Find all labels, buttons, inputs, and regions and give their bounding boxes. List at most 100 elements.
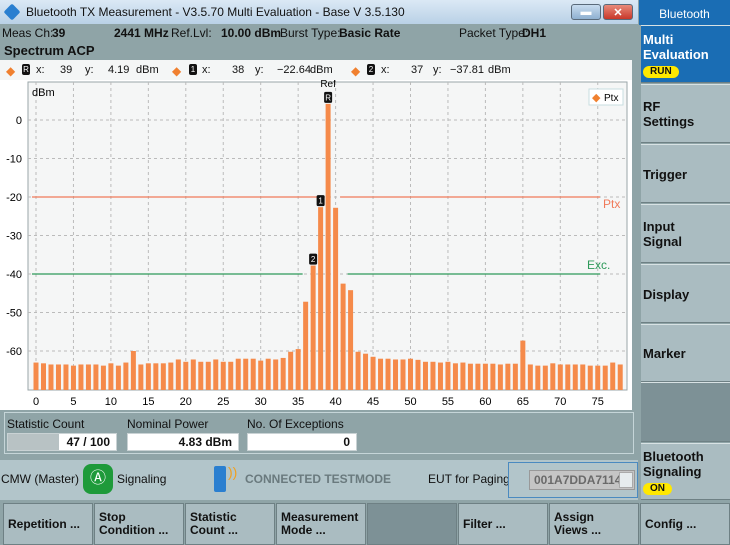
- window-title: Bluetooth TX Measurement - V3.5.70 Multi…: [26, 5, 405, 19]
- sidebar-item-trigger[interactable]: Trigger: [641, 144, 730, 203]
- bar: [190, 359, 196, 390]
- marker-x-label: x:: [36, 64, 45, 76]
- view-title: Spectrum ACP: [4, 43, 95, 58]
- bar: [228, 361, 234, 390]
- ref-level-value: 10.00 dBm: [221, 26, 282, 40]
- bar: [183, 361, 189, 390]
- x-tick-label: 50: [404, 396, 416, 408]
- bar: [467, 363, 473, 390]
- marker-x-value: 38: [232, 64, 245, 76]
- bar: [145, 363, 151, 390]
- bar: [400, 359, 406, 390]
- bar: [295, 349, 301, 390]
- bar: [85, 364, 91, 390]
- bar: [497, 364, 503, 390]
- close-icon: ✕: [613, 6, 623, 19]
- minimize-button[interactable]: ▬: [571, 4, 601, 20]
- bar: [130, 351, 136, 390]
- repetition-button[interactable]: Repetition ...: [3, 503, 93, 545]
- legend-entry: Ptx: [604, 93, 618, 104]
- bar: [310, 265, 316, 390]
- bar: [550, 363, 556, 390]
- x-tick-label: 75: [592, 396, 604, 408]
- marker-flag-icon: 1: [189, 64, 197, 75]
- bar: [580, 364, 586, 390]
- sidebar-item-display[interactable]: Display: [641, 264, 730, 323]
- title-bar: Bluetooth TX Measurement - V3.5.70 Multi…: [0, 0, 638, 24]
- sidebar-item-marker[interactable]: Marker: [641, 324, 730, 382]
- ref-level-label: Ref.Lvl:: [171, 26, 212, 40]
- eut-field[interactable]: 001A7DDA7114: [529, 470, 635, 490]
- exceptions-label: No. Of Exceptions: [247, 417, 344, 431]
- x-tick-label: 0: [33, 396, 39, 408]
- bar: [393, 359, 399, 390]
- bar: [115, 365, 121, 390]
- y-tick-label: -20: [6, 192, 22, 204]
- phone-connection-icon: [214, 466, 226, 492]
- bar: [482, 363, 488, 390]
- dropdown-icon[interactable]: [619, 472, 633, 488]
- marker-diamond-icon: ◆: [351, 64, 361, 78]
- bar: [527, 364, 533, 390]
- statistic-count-button[interactable]: Statistic Count ...: [185, 503, 275, 545]
- bar: [512, 363, 518, 390]
- bar: [408, 358, 413, 390]
- x-tick-label: 20: [180, 396, 192, 408]
- bar: [325, 103, 331, 390]
- meas-ch-value: 39: [52, 26, 66, 40]
- statistic-count-value: 47 / 100: [66, 435, 110, 449]
- close-button[interactable]: ✕: [603, 4, 633, 20]
- config-button[interactable]: Config ...: [640, 503, 730, 545]
- packet-type-label: Packet Type:: [459, 26, 529, 40]
- bar: [243, 358, 249, 390]
- bar: [108, 363, 114, 390]
- stop-condition-button[interactable]: Stop Condition ...: [94, 503, 184, 545]
- marker-flag-label: 1: [318, 197, 323, 206]
- sidebar-item-multi-evaluation[interactable]: Multi Evaluation RUN: [641, 25, 730, 83]
- marker-flag-icon: 2: [367, 64, 375, 75]
- info-bar: Meas Ch: 39 2441 MHz Ref.Lvl: 10.00 dBm …: [0, 24, 638, 42]
- measurement-mode-button[interactable]: Measurement Mode ...: [276, 503, 366, 545]
- bar: [70, 365, 76, 390]
- sidebar-item-input-signal[interactable]: Input Signal: [641, 204, 730, 263]
- assign-views-button[interactable]: Assign Views ...: [549, 503, 639, 545]
- bar: [505, 363, 511, 390]
- sidebar-item-label: Bluetooth Signaling: [643, 449, 704, 479]
- burst-type-label: Burst Type:: [280, 26, 341, 40]
- bar: [557, 364, 563, 390]
- bar: [415, 359, 421, 390]
- x-tick-label: 25: [217, 396, 229, 408]
- bar: [198, 361, 204, 390]
- sidebar-item-rf-settings[interactable]: RF Settings: [641, 84, 730, 143]
- bar: [430, 361, 436, 390]
- bar: [40, 363, 46, 390]
- marker-x-label: x:: [202, 64, 211, 76]
- bar: [250, 358, 256, 390]
- statistic-count-progress: 47 / 100: [7, 433, 117, 451]
- bar: [565, 364, 571, 390]
- bar: [348, 290, 354, 390]
- eut-selector[interactable]: 001A7DDA7114: [508, 462, 638, 498]
- limit-line-label: Exc.: [587, 258, 610, 272]
- bar: [93, 364, 99, 390]
- marker-flag-label: 2: [311, 255, 316, 264]
- sidebar-item-bluetooth-signaling[interactable]: Bluetooth Signaling ON: [641, 443, 730, 500]
- filter-button[interactable]: Filter ...: [458, 503, 548, 545]
- legend: ◆ Ptx: [588, 88, 624, 106]
- frequency-value: 2441 MHz: [114, 26, 169, 40]
- signaling-label: Signaling: [117, 472, 167, 486]
- marker-unit: dBm: [136, 64, 159, 76]
- packet-type-value: DH1: [522, 26, 547, 40]
- y-tick-label: -40: [6, 269, 22, 281]
- bar: [333, 207, 339, 390]
- marker-readout-row: ◆ R x: 39 y: 4.19 dBm ◆ 1 x: 38 y: −22.6…: [0, 60, 632, 80]
- ref-label: Ref: [320, 80, 336, 90]
- bar: [572, 364, 578, 390]
- x-tick-label: 5: [70, 396, 76, 408]
- x-tick-label: 65: [517, 396, 529, 408]
- y-tick-label: -30: [6, 231, 22, 243]
- eut-label: EUT for Paging: [428, 472, 510, 486]
- nominal-power-label: Nominal Power: [127, 417, 209, 431]
- bar: [123, 362, 129, 390]
- app-logo-icon: [3, 3, 21, 21]
